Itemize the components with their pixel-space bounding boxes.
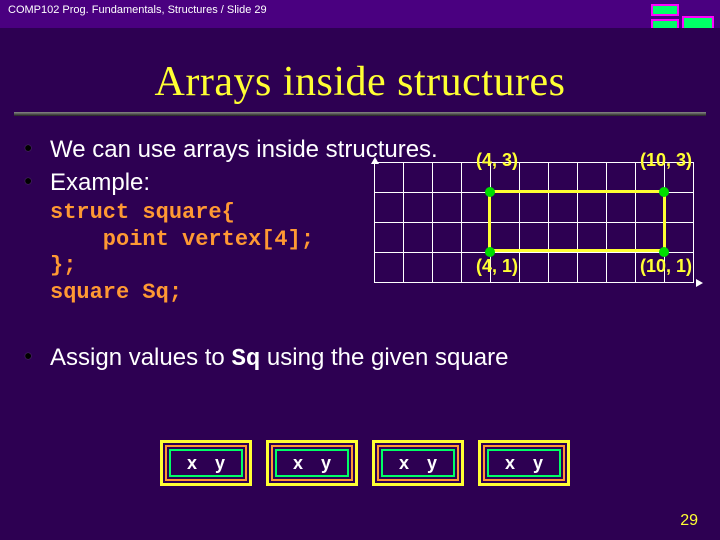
cell-y: y [321, 453, 331, 474]
square-rect-icon [488, 190, 666, 252]
vertex-dot-icon [485, 187, 495, 197]
slide-body: Arrays inside structures We can use arra… [0, 28, 720, 540]
array-cell: xy [266, 440, 358, 486]
cell-y: y [533, 453, 543, 474]
bullet-text: Example: [50, 169, 150, 196]
array-visualization: xy xy xy xy [160, 440, 570, 486]
bullet-text: Assign values to [50, 344, 231, 371]
page-number: 29 [680, 512, 698, 530]
cell-y: y [427, 453, 437, 474]
cell-x: x [293, 453, 303, 474]
cell-x: x [187, 453, 197, 474]
logo-box-icon [651, 4, 679, 16]
slide-header: COMP102 Prog. Fundamentals, Structures /… [0, 0, 720, 28]
array-cell: xy [160, 440, 252, 486]
coord-label: (4, 3) [476, 150, 518, 171]
coord-label: (10, 3) [640, 150, 692, 171]
content-area: We can use arrays inside structures. Exa… [0, 116, 720, 375]
coord-label: (4, 1) [476, 256, 518, 277]
array-cell: xy [372, 440, 464, 486]
bullet-text: using the given square [260, 344, 508, 371]
coord-label: (10, 1) [640, 256, 692, 277]
array-cell: xy [478, 440, 570, 486]
coordinate-diagram: (4, 3) (10, 3) (4, 1) (10, 1) [374, 152, 694, 292]
course-label: COMP102 Prog. Fundamentals, Structures /… [8, 4, 267, 16]
inline-code: Sq [231, 346, 260, 373]
vertex-dot-icon [659, 187, 669, 197]
slide-title: Arrays inside structures [0, 28, 720, 106]
cell-x: x [505, 453, 515, 474]
cell-y: y [215, 453, 225, 474]
bullet-item: Assign values to Sq using the given squa… [50, 342, 710, 375]
cell-x: x [399, 453, 409, 474]
